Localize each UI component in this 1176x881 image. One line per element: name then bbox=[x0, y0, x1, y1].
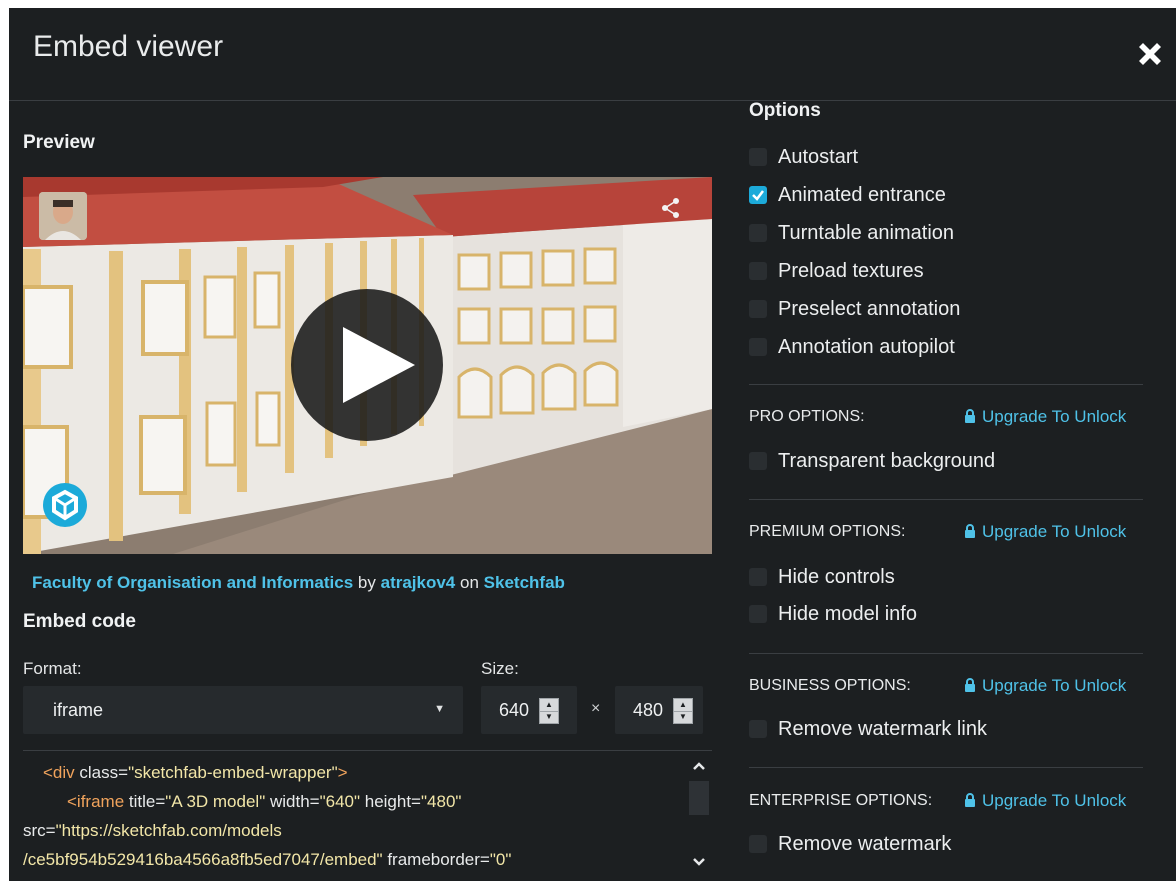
scrollbar-thumb[interactable] bbox=[689, 781, 709, 815]
caret-down-icon: ▼ bbox=[434, 703, 445, 715]
modal-title: Embed viewer bbox=[33, 30, 224, 63]
modal-header: Embed viewer bbox=[9, 8, 1176, 101]
lock-icon bbox=[965, 678, 975, 692]
divider bbox=[749, 384, 1143, 385]
code-line: <iframe title="A 3D model" width="640" h… bbox=[67, 792, 462, 811]
checkbox[interactable] bbox=[749, 835, 767, 853]
model-credit: Faculty of Organisation and Informatics … bbox=[32, 573, 565, 593]
pro-upgrade-link[interactable]: Upgrade To Unlock bbox=[964, 407, 1126, 427]
model-link[interactable]: Faculty of Organisation and Informatics bbox=[32, 573, 353, 592]
lock-icon bbox=[965, 524, 975, 538]
checkbox[interactable] bbox=[749, 568, 767, 586]
height-stepper[interactable]: ▲ ▼ bbox=[673, 698, 693, 724]
on-text: on bbox=[460, 573, 479, 592]
size-label: Size: bbox=[481, 659, 519, 678]
width-value: 640 bbox=[499, 700, 530, 720]
embed-code-textarea[interactable]: <div class="sketchfab-embed-wrapper"> <i… bbox=[23, 750, 712, 881]
play-icon bbox=[343, 327, 415, 403]
width-input[interactable]: 640 ▲ ▼ bbox=[481, 686, 577, 734]
checkbox-checked[interactable] bbox=[749, 186, 767, 204]
times-sign: × bbox=[591, 700, 601, 717]
by-text: by bbox=[357, 573, 376, 592]
format-value: iframe bbox=[53, 700, 104, 720]
chevron-up-icon[interactable] bbox=[686, 759, 712, 773]
decrement-icon[interactable]: ▼ bbox=[540, 711, 558, 723]
height-input[interactable]: 480 ▲ ▼ bbox=[615, 686, 703, 734]
enterprise-options-label: ENTERPRISE OPTIONS: bbox=[749, 792, 933, 809]
author-link[interactable]: atrajkov4 bbox=[381, 573, 456, 592]
lock-icon bbox=[965, 793, 975, 807]
divider bbox=[749, 499, 1143, 500]
code-line: <div class="sketchfab-embed-wrapper"> bbox=[43, 763, 348, 782]
chevron-down-icon[interactable] bbox=[686, 855, 712, 869]
embed-viewer-modal: Embed viewer Preview Faculty of Organisa… bbox=[9, 8, 1176, 881]
play-button[interactable] bbox=[291, 289, 443, 441]
code-line: src="https://sketchfab.com/models bbox=[23, 821, 282, 840]
checkbox[interactable] bbox=[749, 605, 767, 623]
options-heading: Options bbox=[749, 100, 821, 121]
decrement-icon[interactable]: ▼ bbox=[674, 711, 692, 723]
sketchfab-link[interactable]: Sketchfab bbox=[484, 573, 565, 592]
code-line: /ce5bf954b529416ba4566a8fb5ed7047/embed"… bbox=[23, 850, 512, 869]
share-icon[interactable] bbox=[660, 197, 682, 219]
checkbox[interactable] bbox=[749, 262, 767, 280]
lock-icon bbox=[965, 409, 975, 423]
premium-options-label: PREMIUM OPTIONS: bbox=[749, 523, 906, 540]
model-preview[interactable] bbox=[23, 177, 712, 554]
premium-upgrade-link[interactable]: Upgrade To Unlock bbox=[964, 522, 1126, 542]
sketchfab-logo-icon[interactable] bbox=[43, 483, 87, 527]
enterprise-upgrade-link[interactable]: Upgrade To Unlock bbox=[964, 791, 1126, 811]
author-avatar[interactable] bbox=[39, 192, 87, 240]
checkbox[interactable] bbox=[749, 720, 767, 738]
preview-heading: Preview bbox=[23, 132, 95, 153]
format-label: Format: bbox=[23, 659, 82, 678]
divider bbox=[749, 767, 1143, 768]
format-select[interactable]: iframe ▼ bbox=[23, 686, 463, 734]
divider bbox=[749, 653, 1143, 654]
width-stepper[interactable]: ▲ ▼ bbox=[539, 698, 559, 724]
close-icon bbox=[1139, 43, 1161, 65]
checkbox[interactable] bbox=[749, 300, 767, 318]
checkbox[interactable] bbox=[749, 224, 767, 242]
checkbox[interactable] bbox=[749, 148, 767, 166]
checkbox[interactable] bbox=[749, 452, 767, 470]
business-upgrade-link[interactable]: Upgrade To Unlock bbox=[964, 676, 1126, 696]
code-scrollbar[interactable] bbox=[686, 759, 712, 877]
pro-options-label: PRO OPTIONS: bbox=[749, 408, 865, 425]
business-options-label: BUSINESS OPTIONS: bbox=[749, 677, 911, 694]
check-icon bbox=[752, 190, 764, 201]
height-value: 480 bbox=[633, 700, 664, 720]
embed-code-heading: Embed code bbox=[23, 611, 136, 632]
checkbox[interactable] bbox=[749, 338, 767, 356]
close-button[interactable] bbox=[1132, 36, 1168, 72]
